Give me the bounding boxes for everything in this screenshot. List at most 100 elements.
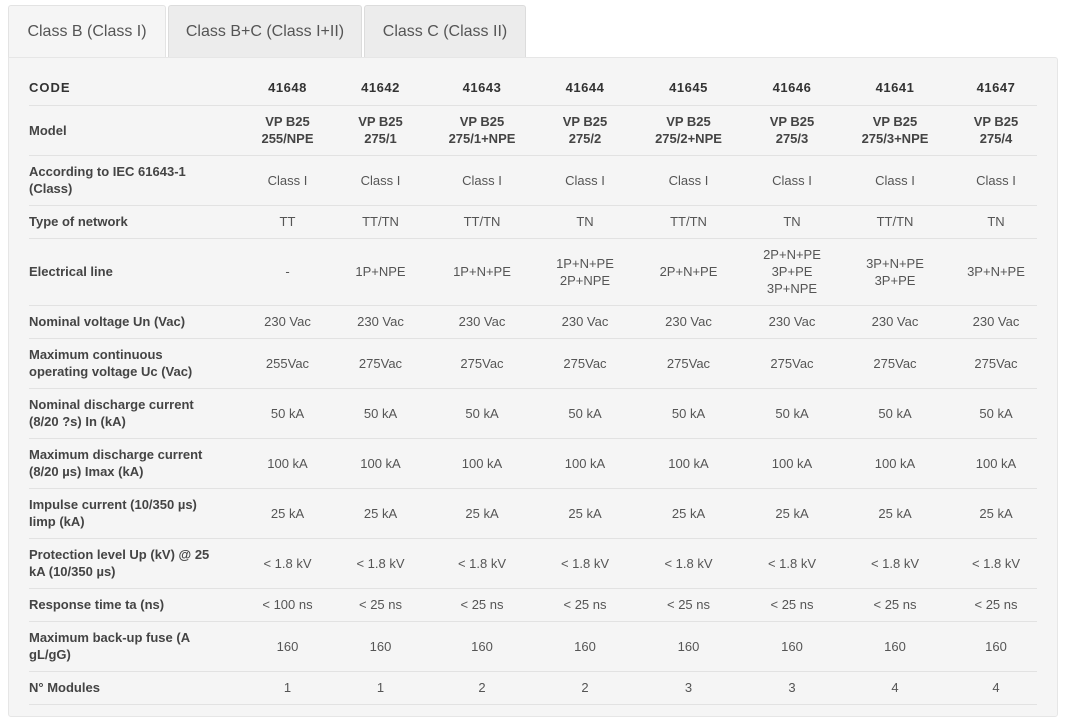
table-cell: Class I bbox=[749, 155, 835, 206]
table-cell: 160 bbox=[422, 621, 542, 672]
row-label: N° Modules bbox=[29, 671, 236, 705]
table-cell: < 25 ns bbox=[749, 588, 835, 622]
table-cell: VP B25 275/3+NPE bbox=[835, 105, 955, 156]
table-cell: TN bbox=[955, 205, 1037, 239]
table-row-modules: N° Modules 1 1 2 2 3 3 4 4 bbox=[29, 671, 1037, 705]
table-row-code: CODE 41648 41642 41643 41644 41645 41646 41641 4… bbox=[29, 70, 1037, 106]
table-cell: 100 kA bbox=[955, 438, 1037, 489]
table-cell: 100 kA bbox=[339, 438, 422, 489]
table-cell: 275Vac bbox=[422, 338, 542, 389]
tab-class-b[interactable]: Class B (Class I) bbox=[8, 5, 166, 58]
table-cell: 160 bbox=[339, 621, 422, 672]
table-cell: 50 kA bbox=[749, 388, 835, 439]
table-cell: 100 kA bbox=[236, 438, 339, 489]
table-cell: < 1.8 kV bbox=[422, 538, 542, 589]
table-cell: 50 kA bbox=[628, 388, 749, 439]
table-cell: Class I bbox=[422, 155, 542, 206]
table-cell: 275Vac bbox=[749, 338, 835, 389]
row-label: According to IEC 61643-1 (Class) bbox=[29, 155, 236, 206]
row-label: CODE bbox=[29, 70, 236, 106]
table-cell: < 1.8 kV bbox=[628, 538, 749, 589]
table-cell: 160 bbox=[835, 621, 955, 672]
table-cell: 160 bbox=[955, 621, 1037, 672]
table-cell: 2P+N+PE bbox=[628, 238, 749, 306]
table-cell: 100 kA bbox=[542, 438, 628, 489]
table-cell: Class I bbox=[955, 155, 1037, 206]
table-cell: Class I bbox=[542, 155, 628, 206]
table-cell: < 1.8 kV bbox=[749, 538, 835, 589]
table-cell: 50 kA bbox=[236, 388, 339, 439]
spec-table: CODE 41648 41642 41643 41644 41645 41646 41641 4… bbox=[29, 70, 1037, 705]
table-cell: 1 bbox=[236, 671, 339, 705]
row-label: Maximum continuous operating voltage Uc (… bbox=[29, 338, 236, 389]
table-cell: 25 kA bbox=[628, 488, 749, 539]
table-row-electrical-line: Electrical line -1P+NPE 1P+N+PE 1P+N+PE 2P+N… bbox=[29, 238, 1037, 306]
table-cell: 2P+N+PE 3P+PE 3P+NPE bbox=[749, 238, 835, 306]
table-cell: 41643 bbox=[422, 70, 542, 106]
table-row-backup-fuse: Maximum back-up fuse (A gL/gG) 160 160 160 16… bbox=[29, 621, 1037, 672]
table-cell: 3 bbox=[628, 671, 749, 705]
table-cell: Class I bbox=[835, 155, 955, 206]
table-cell: 50 kA bbox=[542, 388, 628, 439]
row-label: Impulse current (10/350 µs) Iimp (kA) bbox=[29, 488, 236, 539]
table-cell: < 25 ns bbox=[628, 588, 749, 622]
table-row-nominal-voltage: Nominal voltage Un (Vac) 230 Vac 230 Vac 23… bbox=[29, 305, 1037, 339]
table-cell: 1P+NPE bbox=[339, 238, 422, 306]
table-cell: TN bbox=[542, 205, 628, 239]
table-cell: TT/TN bbox=[628, 205, 749, 239]
table-row-response-time: Response time ta (ns) < 100 ns < 25 ns < 25… bbox=[29, 588, 1037, 622]
row-label: Type of network bbox=[29, 205, 236, 239]
tab-panel: CODE 41648 41642 41643 41644 41645 41646 41641 4… bbox=[8, 57, 1058, 717]
table-cell: VP B25 275/3 bbox=[749, 105, 835, 156]
table-row-impulse-current: Impulse current (10/350 µs) Iimp (kA) 25 k… bbox=[29, 488, 1037, 539]
table-cell: 255Vac bbox=[236, 338, 339, 389]
table-cell: 50 kA bbox=[835, 388, 955, 439]
table-cell: < 1.8 kV bbox=[339, 538, 422, 589]
table-cell: 275Vac bbox=[835, 338, 955, 389]
row-label: Maximum back-up fuse (A gL/gG) bbox=[29, 621, 236, 672]
table-cell: 100 kA bbox=[628, 438, 749, 489]
table-cell: 2 bbox=[422, 671, 542, 705]
table-cell: 230 Vac bbox=[955, 305, 1037, 339]
table-cell: 3 bbox=[749, 671, 835, 705]
table-cell: 25 kA bbox=[749, 488, 835, 539]
table-cell: 160 bbox=[542, 621, 628, 672]
table-cell: 50 kA bbox=[955, 388, 1037, 439]
table-cell: 275Vac bbox=[339, 338, 422, 389]
row-label: Nominal voltage Un (Vac) bbox=[29, 305, 236, 339]
tab-class-b-c[interactable]: Class B+C (Class I+II) bbox=[168, 5, 362, 58]
table-cell: VP B25 275/2 bbox=[542, 105, 628, 156]
table-cell: < 25 ns bbox=[422, 588, 542, 622]
table-cell: 230 Vac bbox=[339, 305, 422, 339]
table-row-max-operating-voltage: Maximum continuous operating voltage Uc (… bbox=[29, 338, 1037, 389]
table-cell: TN bbox=[749, 205, 835, 239]
table-cell: < 1.8 kV bbox=[542, 538, 628, 589]
table-cell: Class I bbox=[339, 155, 422, 206]
row-label: Response time ta (ns) bbox=[29, 588, 236, 622]
table-cell: 2 bbox=[542, 671, 628, 705]
table-cell: < 25 ns bbox=[339, 588, 422, 622]
table-cell: 230 Vac bbox=[236, 305, 339, 339]
table-cell: 50 kA bbox=[339, 388, 422, 439]
table-cell: 4 bbox=[955, 671, 1037, 705]
table-row-max-discharge-current: Maximum discharge current (8/20 µs) Imax … bbox=[29, 438, 1037, 489]
table-cell: 230 Vac bbox=[422, 305, 542, 339]
table-cell: 275Vac bbox=[542, 338, 628, 389]
table-cell: 1P+N+PE bbox=[422, 238, 542, 306]
table-cell: TT bbox=[236, 205, 339, 239]
table-cell: < 25 ns bbox=[955, 588, 1037, 622]
table-cell: 25 kA bbox=[835, 488, 955, 539]
tab-class-c[interactable]: Class C (Class II) bbox=[364, 5, 526, 58]
table-cell: 100 kA bbox=[422, 438, 542, 489]
table-cell: Class I bbox=[628, 155, 749, 206]
table-cell: 41641 bbox=[835, 70, 955, 106]
row-label: Protection level Up (kV) @ 25 kA (10/350 … bbox=[29, 538, 236, 589]
table-cell: 25 kA bbox=[339, 488, 422, 539]
row-label: Nominal discharge current (8/20 ?s) In (k… bbox=[29, 388, 236, 439]
table-cell: TT/TN bbox=[339, 205, 422, 239]
table-row-model: Model VP B25 255/NPE VP B25 275/1 VP B25 275/1… bbox=[29, 105, 1037, 156]
table-cell: 41644 bbox=[542, 70, 628, 106]
table-cell: 25 kA bbox=[422, 488, 542, 539]
table-cell: 100 kA bbox=[835, 438, 955, 489]
table-cell: 1 bbox=[339, 671, 422, 705]
